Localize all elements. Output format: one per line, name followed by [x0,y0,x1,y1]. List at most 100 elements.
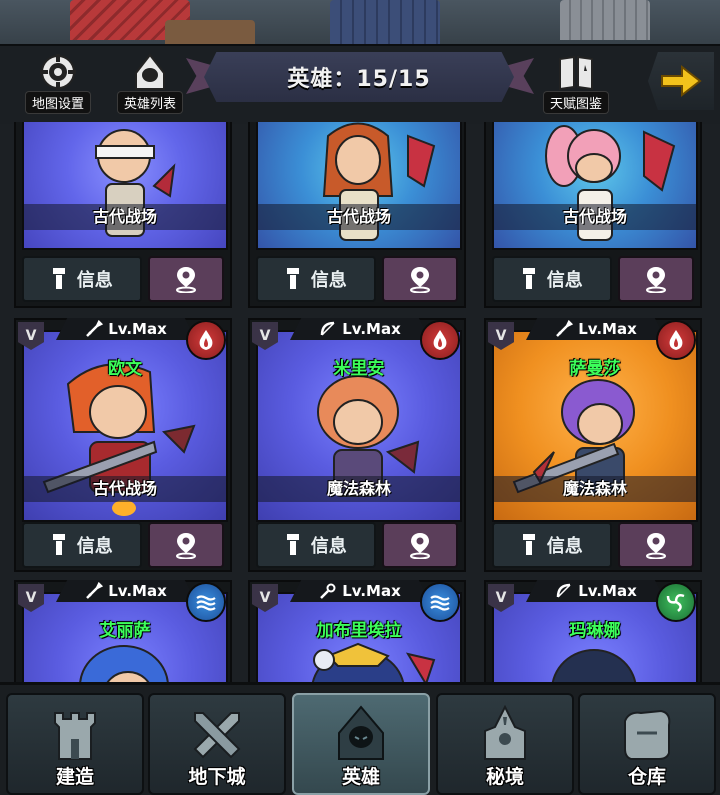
hero-name: 艾丽萨 [99,621,151,641]
flashlight-icon [52,534,65,555]
hero-name: 欧文 [108,359,142,379]
info-button[interactable]: 信息 [492,522,612,568]
sword-icon [556,320,574,337]
nav-warehouse[interactable]: 仓库 [578,693,716,795]
bow-icon [556,583,571,598]
castle-icon [8,703,142,763]
info-label: 信息 [310,270,347,291]
info-button[interactable]: 信息 [22,256,142,302]
level-bar: Lv.Max [290,318,430,340]
level-bar: Lv.Max [56,580,196,602]
hero-list-button[interactable]: 英雄列表 [118,53,183,113]
hooded-hero-icon [127,53,173,90]
book-icon [553,54,599,91]
nav-secret-realm[interactable]: 秘境 [436,693,574,795]
nav-build[interactable]: 建造 [6,693,144,795]
locate-button[interactable] [381,522,458,568]
fire-icon [186,320,226,360]
hero-card-marina[interactable]: 玛琳娜 Lv.Max V [484,580,702,682]
locate-button[interactable] [381,256,458,302]
region-label: 魔法森林 [494,476,696,502]
hero-card[interactable]: 古代战场 信息 [248,122,466,308]
map-settings-button[interactable]: 地图设置 [26,54,91,113]
region-label: 魔法森林 [258,476,460,502]
card-actions: 信息 [492,522,694,568]
hero-list-label: 英雄列表 [118,92,183,113]
info-label: 信息 [546,536,583,557]
info-button[interactable]: 信息 [256,522,376,568]
card-actions: 信息 [256,256,458,302]
region-label: 古代战场 [258,204,460,230]
hero-count-title: 英雄：15/15 [287,67,431,92]
back-arrow-icon [661,64,702,98]
hero-name: 玛琳娜 [569,621,621,641]
info-button[interactable]: 信息 [256,256,376,302]
level-bar: Lv.Max [56,318,196,340]
hero-card-grid: 古代战场 信息 古代战场 信息 古代战场 信息 欧文 古代战场 Lv.Max V… [0,122,720,682]
bow-icon [320,321,335,336]
back-button[interactable] [648,52,714,110]
warehouse-icon [580,703,714,763]
hero-name: 萨曼莎 [569,359,621,379]
location-pin-icon [409,533,430,559]
card-actions: 信息 [256,522,458,568]
hero-name: 米里安 [333,359,385,379]
card-actions: 信息 [22,256,224,302]
blue-roof-house [330,0,440,44]
locate-button[interactable] [147,256,224,302]
map-settings-label: 地图设置 [26,92,91,113]
hero-name: 加布里埃拉 [316,621,402,641]
level-bar: Lv.Max [526,318,666,340]
hero-card[interactable]: 古代战场 信息 [484,122,702,308]
location-pin-icon [409,267,430,293]
hero-portrait: 古代战场 [22,122,228,250]
nav-dungeon[interactable]: 地下城 [148,693,286,795]
location-pin-icon [175,533,196,559]
location-pin-icon [645,267,666,293]
info-label: 信息 [76,536,113,557]
flashlight-icon [522,268,535,289]
region-label: 古代战场 [24,204,226,230]
info-button[interactable]: 信息 [492,256,612,302]
flashlight-icon [286,534,299,555]
hero-portrait: 古代战场 [492,122,698,250]
hero-card-gabriela[interactable]: 加布里埃拉 Lv.Max V [248,580,466,682]
flashlight-icon [522,534,535,555]
nav-heroes[interactable]: 英雄 [292,693,430,795]
hero-card-elisa[interactable]: 艾丽萨 Lv.Max V [14,580,232,682]
level-bar: Lv.Max [526,580,666,602]
level-label: Lv.Max [342,320,401,338]
hero-portrait: 萨曼莎 魔法森林 [492,330,698,522]
grey-roof-tower [560,0,650,40]
level-label: Lv.Max [108,320,167,338]
crossed-swords-icon [150,703,284,763]
nav-warehouse-label: 仓库 [627,766,666,788]
sword-icon [86,320,104,337]
fire-icon [656,320,696,360]
info-button[interactable]: 信息 [22,522,142,568]
info-label: 信息 [310,536,347,557]
hero-card-samantha[interactable]: 萨曼莎 魔法森林 Lv.Max V 信息 [484,318,702,572]
hero-portrait: 古代战场 [256,122,462,250]
locate-button[interactable] [617,256,694,302]
nav-secret-realm-label: 秘境 [485,766,524,788]
info-label: 信息 [76,270,113,291]
level-label: Lv.Max [578,320,637,338]
hero-card-owen[interactable]: 欧文 古代战场 Lv.Max V 信息 [14,318,232,572]
nav-heroes-label: 英雄 [341,766,380,788]
hero-card-miriam[interactable]: 米里安 魔法森林 Lv.Max V 信息 [248,318,466,572]
location-pin-icon [175,267,196,293]
level-label: Lv.Max [578,582,637,600]
hero-portrait: 米里安 魔法森林 [256,330,462,522]
locate-button[interactable] [617,522,694,568]
secret-realm-icon [438,703,572,763]
level-label: Lv.Max [108,582,167,600]
staff-icon [320,583,336,599]
hero-count-banner: 英雄：15/15 [204,52,514,102]
hero-card[interactable]: 古代战场 信息 [14,122,232,308]
bottom-nav-bar: 建造 地下城 英雄 秘境 仓库 [0,682,720,795]
water-icon [420,582,460,622]
talent-guide-button[interactable]: 天赋图鉴 [544,54,609,113]
location-pin-icon [645,533,666,559]
locate-button[interactable] [147,522,224,568]
